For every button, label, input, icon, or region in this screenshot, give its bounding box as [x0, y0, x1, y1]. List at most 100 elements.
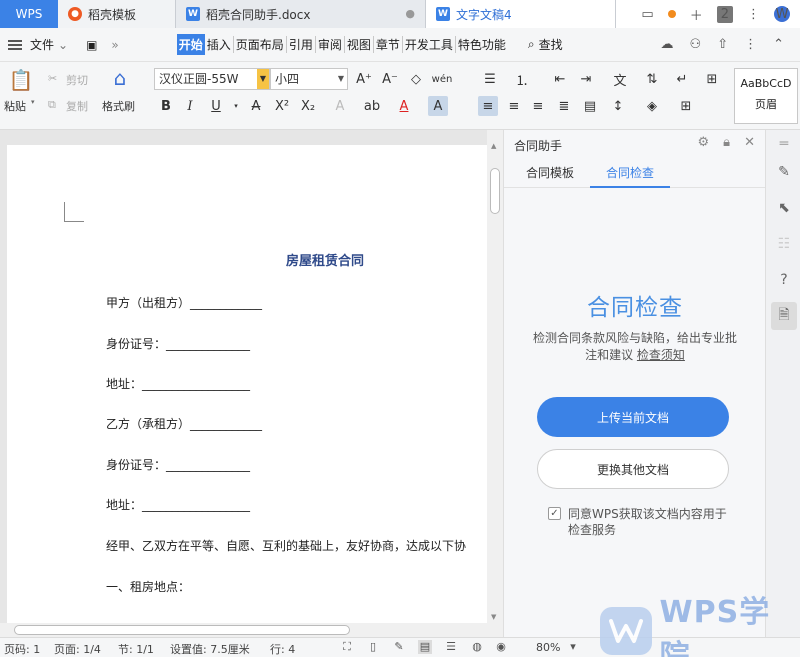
tab-contract-check[interactable]: 合同检查	[606, 164, 654, 181]
lock-icon[interactable]: 🔒︎	[723, 135, 730, 150]
tab-developer[interactable]: 开发工具	[401, 36, 455, 53]
copy-button[interactable]: 复制	[66, 98, 88, 114]
cut-button[interactable]: 剪切	[66, 72, 88, 88]
horizontal-scroll-thumb[interactable]	[14, 625, 350, 635]
text-effect-icon[interactable]: A	[330, 96, 350, 116]
font-color-icon[interactable]: A	[394, 96, 414, 116]
sort-icon[interactable]: ⇅	[642, 69, 662, 89]
table-grid-icon[interactable]: ⊞	[702, 69, 722, 89]
notification-dot-icon[interactable]	[667, 10, 676, 18]
tab-view[interactable]: 视图	[343, 36, 373, 53]
style-gallery-item[interactable]: AaBbCcD 页眉	[734, 68, 798, 124]
highlight-icon[interactable]: ab	[362, 96, 382, 116]
web-view-icon[interactable]: ◍	[470, 640, 484, 654]
chevron-down-icon[interactable]: ▾	[226, 96, 246, 116]
underline-icon[interactable]: U	[206, 96, 226, 116]
show-marks-icon[interactable]: ↵	[672, 69, 692, 89]
tab-contract-templates[interactable]: 合同模板	[526, 164, 574, 181]
help-icon[interactable]: ?	[774, 270, 794, 290]
font-name-select[interactable]: 汉仪正圆-55W ▼	[154, 68, 270, 90]
cloud-icon[interactable]: ☁	[661, 37, 674, 52]
scroll-up-icon[interactable]: ▲	[491, 142, 496, 150]
zoom-level[interactable]: 80%	[536, 641, 560, 654]
strip-collapse-icon[interactable]: ═	[774, 134, 794, 154]
italic-icon[interactable]: I	[180, 96, 200, 116]
page-view-icon[interactable]: ▤	[418, 640, 432, 654]
consent-checkbox[interactable]: ✓	[548, 507, 561, 520]
decrease-font-icon[interactable]: A⁻	[380, 69, 400, 89]
doc-line[interactable]: 地址：__________________	[106, 375, 250, 392]
edit-mode-icon[interactable]: ✎	[392, 640, 406, 654]
upload-current-document-button[interactable]: 上传当前文档	[537, 397, 729, 437]
tab-chapter[interactable]: 章节	[372, 36, 402, 53]
wps-account-icon[interactable]: W	[774, 6, 790, 22]
clear-format-icon[interactable]: ◇	[406, 69, 426, 89]
hamburger-icon[interactable]	[8, 38, 22, 52]
adjust-sliders-icon[interactable]: ☷	[774, 234, 794, 254]
paste-button[interactable]: 📋	[6, 68, 36, 92]
page-count-status[interactable]: 页面: 1/4	[54, 641, 101, 657]
align-left-icon[interactable]: ≡	[478, 96, 498, 116]
scroll-down-icon[interactable]: ▼	[491, 613, 496, 621]
choose-other-document-button[interactable]: 更换其他文档	[537, 449, 729, 489]
justify-icon[interactable]: ≣	[554, 96, 574, 116]
decrease-indent-icon[interactable]: ⇤	[550, 69, 570, 89]
paragraph-shading-icon[interactable]: ◈	[642, 96, 662, 116]
more-vertical-icon[interactable]: ⋮	[747, 7, 760, 22]
doc-line[interactable]: 身份证号：______________	[106, 335, 250, 352]
doc-line[interactable]: 一、租房地点：	[106, 578, 190, 595]
tab-page-layout[interactable]: 页面布局	[232, 36, 286, 53]
close-icon[interactable]: ✕	[744, 135, 755, 150]
align-right-icon[interactable]: ≡	[528, 96, 548, 116]
save-icon[interactable]: ▣	[84, 38, 99, 52]
doc-line[interactable]: 乙方（承租方）____________	[106, 415, 262, 432]
line-spacing-icon[interactable]: ↕	[608, 96, 628, 116]
doc-line[interactable]: 甲方（出租方）____________	[106, 294, 262, 311]
vertical-scrollbar[interactable]: ▲ ▼	[487, 130, 503, 623]
share-icon[interactable]: ⇧	[717, 37, 728, 52]
tab-insert[interactable]: 插入	[205, 36, 233, 53]
wps-home-tab[interactable]: WPS	[0, 0, 58, 28]
format-painter-button[interactable]: 格式刷	[102, 98, 135, 114]
window-count-badge[interactable]: 2	[716, 5, 733, 23]
chinese-layout-icon[interactable]: 文	[610, 69, 630, 89]
search-label[interactable]: 查找	[537, 36, 565, 53]
collapse-chevron-icon[interactable]: ⌃	[773, 37, 784, 52]
increase-indent-icon[interactable]: ⇥	[576, 69, 596, 89]
file-menu[interactable]: 文件	[28, 36, 56, 53]
tab-docer-templates[interactable]: ● 稻壳模板	[58, 0, 176, 28]
distributed-icon[interactable]: ▤	[580, 96, 600, 116]
tab-contract-docx[interactable]: W 稻壳合同助手.docx ●	[176, 0, 426, 28]
font-size-select[interactable]: 小四 ▼	[270, 68, 348, 90]
fullscreen-icon[interactable]: ⛶	[340, 640, 354, 654]
borders-icon[interactable]: ⊞	[676, 96, 696, 116]
contract-assistant-icon[interactable]: 🗎	[771, 302, 797, 330]
phonetic-guide-icon[interactable]: wén	[432, 69, 453, 89]
horizontal-scrollbar[interactable]	[0, 623, 503, 637]
chevron-down-icon[interactable]: ⌄	[56, 38, 70, 52]
settings-gear-icon[interactable]: ⚙	[698, 135, 710, 150]
row-status[interactable]: 行: 4	[270, 641, 295, 657]
more-chevron-icon[interactable]: »	[109, 38, 120, 52]
increase-font-icon[interactable]: A⁺	[354, 69, 374, 89]
superscript-icon[interactable]: X²	[272, 96, 292, 116]
bullet-list-icon[interactable]: ☰	[480, 69, 500, 89]
char-shading-icon[interactable]: A	[428, 96, 448, 116]
select-cursor-icon[interactable]: ⬉	[774, 198, 794, 218]
share-user-icon[interactable]: ⚇	[690, 37, 702, 52]
outline-view-icon[interactable]: ☰	[444, 640, 458, 654]
page-code-status[interactable]: 页码: 1	[4, 641, 40, 657]
read-mode-icon[interactable]: ▯	[366, 640, 380, 654]
align-center-icon[interactable]: ≡	[504, 96, 524, 116]
search-icon[interactable]: ⌕	[526, 37, 537, 52]
strikethrough-icon[interactable]: A	[246, 96, 266, 116]
section-status[interactable]: 节: 1/1	[118, 641, 154, 657]
bold-icon[interactable]: B	[156, 96, 176, 116]
edit-pen-icon[interactable]: ✎	[774, 162, 794, 182]
check-notes-link[interactable]: 检查须知	[637, 348, 685, 362]
eye-protect-icon[interactable]: ◉	[494, 640, 508, 654]
doc-line[interactable]: 经甲、乙双方在平等、自愿、互利的基础上，友好协商，达成以下协	[106, 537, 487, 554]
new-tab-plus-icon[interactable]: ＋	[690, 5, 703, 24]
doc-line[interactable]: 地址：__________________	[106, 496, 250, 513]
paste-dropdown-icon[interactable]: ▾	[31, 98, 35, 106]
